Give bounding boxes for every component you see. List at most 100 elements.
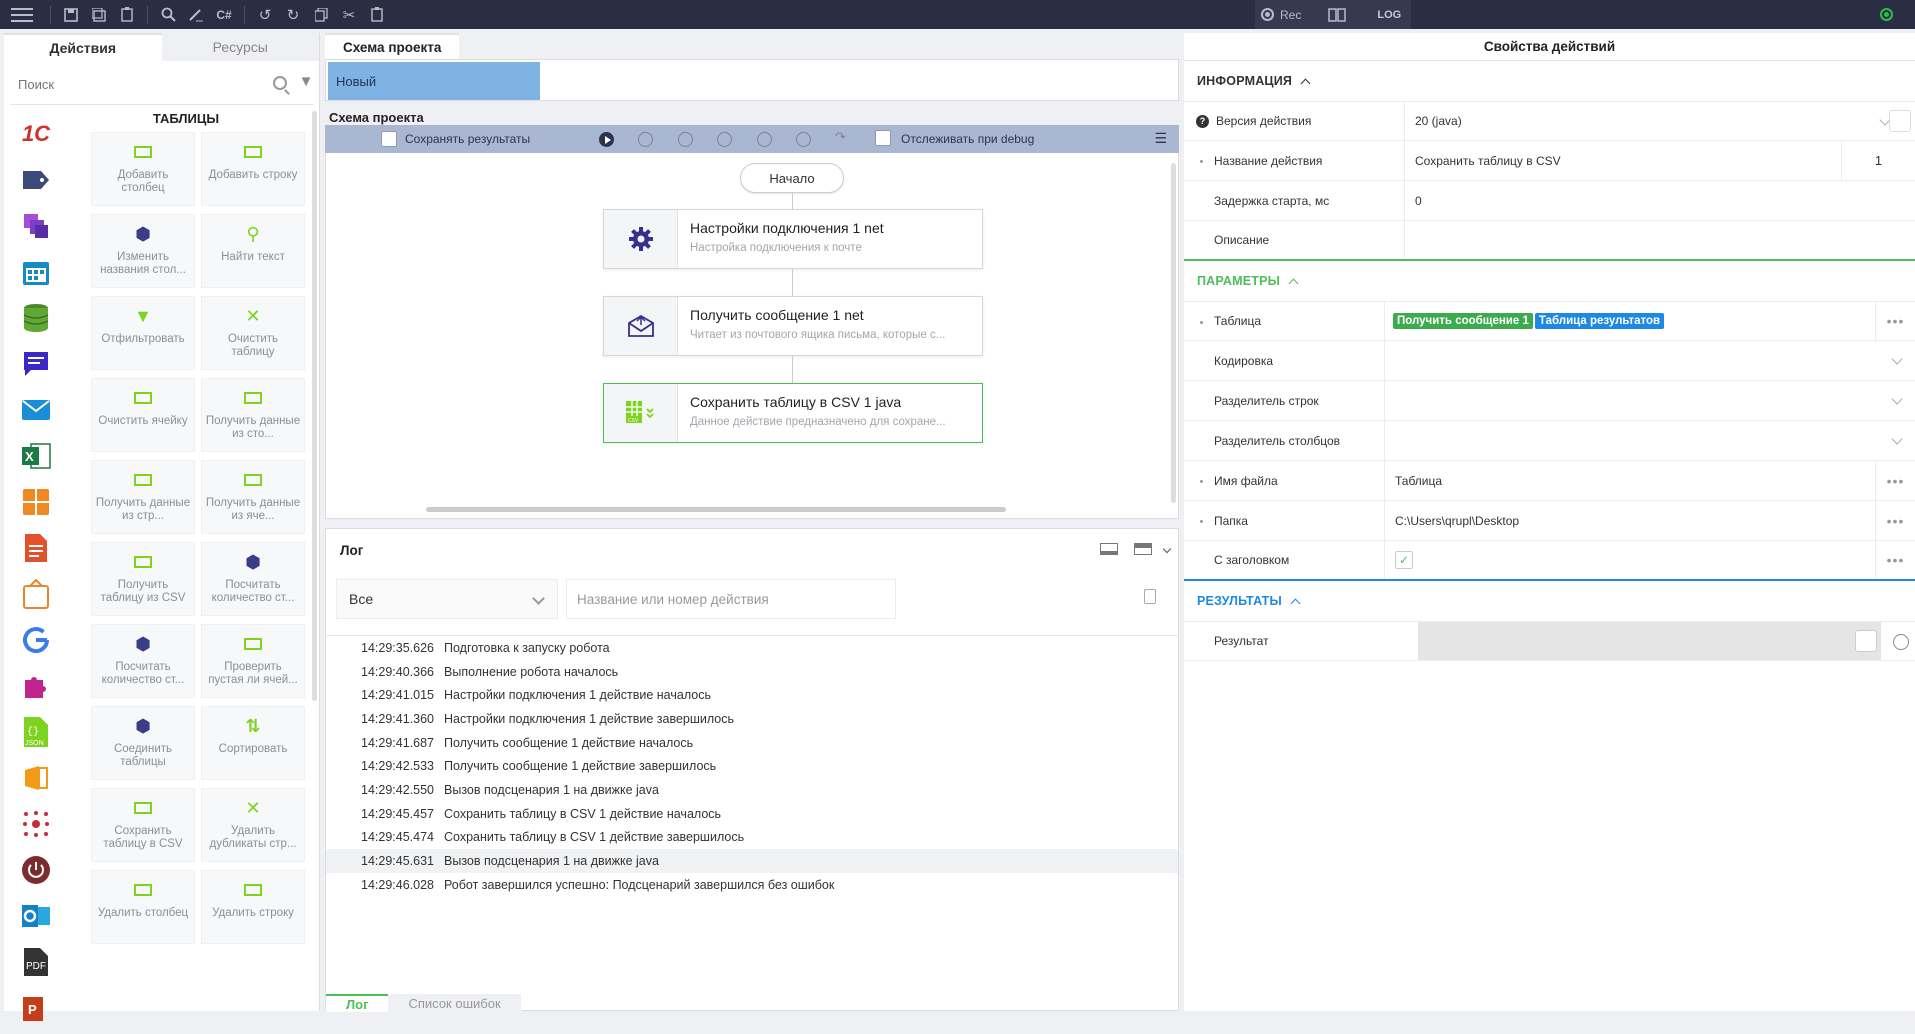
log-action-search-input[interactable]: Название или номер действия — [566, 579, 896, 619]
more-icon[interactable]: ••• — [1875, 461, 1915, 500]
filename-input[interactable]: Таблица — [1384, 461, 1875, 500]
csharp-button[interactable]: C# — [210, 0, 238, 29]
category-excel[interactable]: X — [16, 436, 56, 476]
section-results-header[interactable]: РЕЗУЛЬТАТЫ — [1184, 581, 1915, 621]
action-tile[interactable]: Сохранить таблицу в CSV — [91, 788, 195, 862]
log-level-select[interactable]: Все — [336, 579, 558, 619]
play-icon[interactable] — [599, 132, 614, 147]
action-tile[interactable]: ⚲ Найти текст — [201, 214, 305, 288]
section-params-header[interactable]: ПАРАМЕТРЫ — [1184, 261, 1915, 301]
action-tile[interactable]: ⬢ Посчитать количество ст... — [91, 624, 195, 698]
copy-icon[interactable] — [307, 0, 335, 29]
action-tile[interactable]: Проверить пустая ли ячей... — [201, 624, 305, 698]
debug-track-checkbox[interactable] — [875, 130, 891, 146]
edit-icon[interactable] — [182, 0, 210, 29]
category-database[interactable] — [16, 298, 56, 338]
dock-bottom-icon[interactable] — [1100, 543, 1118, 555]
cancel-icon[interactable] — [757, 132, 772, 147]
folder-input[interactable]: C:\Users\qrupl\Desktop — [1384, 501, 1875, 540]
category-office[interactable] — [16, 758, 56, 798]
action-tile[interactable]: ✕ Удалить дубликаты стр... — [201, 788, 305, 862]
tab-log[interactable]: Лог — [326, 994, 389, 1012]
project-tab-novy[interactable]: Новый — [328, 62, 540, 100]
log-row[interactable]: 14:29:41.687 Получить сообщение 1 действи… — [326, 731, 1178, 755]
action-tile[interactable]: ⇅ Сортировать — [201, 706, 305, 780]
save-results-checkbox[interactable] — [381, 131, 397, 147]
filter-icon[interactable]: ▼ — [295, 73, 317, 97]
action-tile[interactable]: Получить данные из стр... — [91, 460, 195, 534]
column-separator-select[interactable] — [1384, 421, 1915, 460]
action-tile[interactable]: Получить данные из яче... — [201, 460, 305, 534]
action-tile[interactable]: Удалить столбец — [91, 870, 195, 944]
action-tile[interactable]: ⬢ Соединить таблицы — [91, 706, 195, 780]
action-tile[interactable]: Получить данные из сто... — [201, 378, 305, 452]
tab-project-schema[interactable]: Схема проекта — [325, 33, 460, 59]
restart-icon[interactable] — [796, 132, 811, 147]
table-pill-source[interactable]: Получить сообщение 1 — [1393, 313, 1533, 329]
external-link-icon[interactable] — [1889, 110, 1911, 132]
action-number[interactable]: 1 — [1841, 141, 1915, 180]
action-tile[interactable]: ⬢ Посчитать количество ст... — [201, 542, 305, 616]
category-tables[interactable] — [16, 482, 56, 522]
log-row[interactable]: 14:29:45.631 Вызов подсценария 1 на движк… — [326, 849, 1178, 873]
tab-resources[interactable]: Ресурсы — [162, 33, 320, 61]
flow-node-connection-settings[interactable]: Настройки подключения 1 net Настройка под… — [603, 209, 983, 269]
flow-canvas[interactable]: Начало Настройки подключения 1 net Настро… — [325, 153, 1179, 519]
category-messages[interactable] — [16, 344, 56, 384]
log-row[interactable]: 14:29:40.366 Выполнение робота началось — [326, 660, 1178, 684]
table-input[interactable]: Получить сообщение 1 Таблица результатов — [1384, 302, 1875, 340]
category-clipboard[interactable] — [16, 574, 56, 614]
more-icon[interactable]: ••• — [1875, 501, 1915, 540]
flow-node-save-csv[interactable]: CSV Сохранить таблицу в CSV 1 java Данное… — [603, 383, 983, 443]
action-tile[interactable]: Очистить ячейку — [91, 378, 195, 452]
action-name-input[interactable]: Сохранить таблицу в CSV — [1404, 141, 1841, 180]
category-tags[interactable] — [16, 160, 56, 200]
action-tile[interactable]: Добавить строку — [201, 132, 305, 206]
start-delay-input[interactable]: 0 — [1404, 181, 1915, 220]
more-icon[interactable]: ••• — [1875, 302, 1915, 340]
result-variable-input[interactable] — [1418, 622, 1881, 660]
clipboard-icon[interactable] — [113, 0, 141, 29]
category-documents[interactable] — [16, 528, 56, 568]
skip-icon[interactable]: ↷ — [835, 129, 850, 144]
record-button[interactable]: Rec — [1261, 8, 1301, 22]
step-icon[interactable] — [717, 132, 732, 147]
help-icon[interactable]: ? — [1196, 115, 1209, 128]
start-node[interactable]: Начало — [740, 163, 844, 193]
flow-node-get-message[interactable]: Получить сообщение 1 net Читает из почтов… — [603, 296, 983, 356]
canvas-horizontal-scrollbar[interactable] — [426, 507, 1006, 512]
save-as-icon[interactable] — [85, 0, 113, 29]
search-icon[interactable] — [273, 76, 287, 90]
action-tile[interactable]: Получить таблицу из CSV — [91, 542, 195, 616]
copy-log-icon[interactable] — [1144, 589, 1156, 604]
version-select[interactable]: 20 (java) — [1404, 102, 1891, 140]
category-powerpoint[interactable]: P — [16, 988, 56, 1028]
canvas-vertical-scrollbar[interactable] — [1171, 163, 1176, 503]
more-icon[interactable]: ••• — [1875, 541, 1915, 579]
book-icon[interactable] — [1323, 0, 1351, 29]
log-row[interactable]: 14:29:42.550 Вызов подсценария 1 на движк… — [326, 778, 1178, 802]
action-tile[interactable]: Добавить столбец — [91, 132, 195, 206]
log-row[interactable]: 14:29:46.028 Робот завершился успешно: По… — [326, 873, 1178, 897]
action-tile[interactable]: ✕ Очистить таблицу — [201, 296, 305, 370]
category-dots[interactable] — [16, 804, 56, 844]
chevron-down-icon[interactable] — [1162, 544, 1172, 554]
category-pdf[interactable]: PDF — [16, 942, 56, 982]
category-google[interactable] — [16, 620, 56, 660]
paste-icon[interactable] — [363, 0, 391, 29]
left-scrollbar[interactable] — [312, 111, 317, 701]
dock-top-icon[interactable] — [1134, 543, 1152, 555]
category-json[interactable]: {} JSON — [16, 712, 56, 752]
log-button[interactable]: LOG — [1377, 9, 1401, 21]
action-tile[interactable]: ▼ Отфильтровать — [91, 296, 195, 370]
tab-actions[interactable]: Действия — [4, 33, 162, 61]
search-icon[interactable] — [154, 0, 182, 29]
action-tile[interactable]: ⬢ Изменить названия стол... — [91, 214, 195, 288]
table-pill-result[interactable]: Таблица результатов — [1534, 313, 1665, 329]
tab-error-list[interactable]: Список ошибок — [388, 994, 521, 1012]
settings-sliders-icon[interactable]: ☰ — [1154, 130, 1167, 147]
target-icon[interactable] — [1893, 634, 1909, 650]
log-row[interactable]: 14:29:41.015 Настройки подключения 1 дейс… — [326, 683, 1178, 707]
action-tile[interactable]: Удалить строку — [201, 870, 305, 944]
encoding-select[interactable] — [1384, 341, 1915, 380]
